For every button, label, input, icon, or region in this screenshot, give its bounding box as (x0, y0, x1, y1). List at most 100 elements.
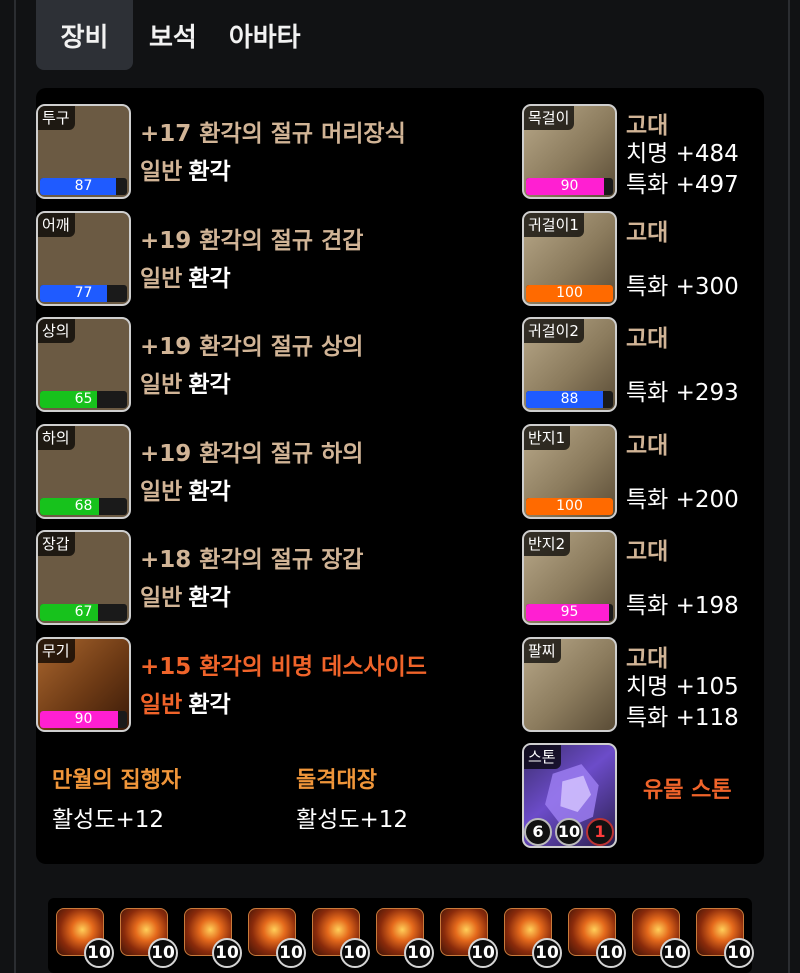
gem-level: 10 (724, 938, 754, 968)
gem-slot[interactable]: 10 (120, 908, 178, 968)
gem-slot[interactable]: 10 (376, 908, 434, 968)
quality-bar: 100 (526, 284, 613, 302)
gem-level: 10 (660, 938, 690, 968)
engraving-value-1: 활성도+12 (52, 807, 165, 833)
accessory-stat: 특화 +200 (626, 486, 739, 513)
accessory-thumbnail[interactable]: 귀걸이2 88 (522, 317, 617, 412)
gem-level: 10 (340, 938, 370, 968)
quality-bar: 90 (40, 710, 127, 728)
gem-slot[interactable]: 10 (312, 908, 370, 968)
tab-bar: 장비 보석 아바타 (36, 0, 317, 70)
equipment-set: 환각 (188, 265, 231, 292)
accessory-slot-label: 귀걸이1 (524, 212, 584, 237)
accessory-slot-label: 팔찌 (524, 638, 561, 663)
gem-level: 10 (404, 938, 434, 968)
equipment-slot-label: 어깨 (38, 212, 75, 237)
gem-level: 10 (596, 938, 626, 968)
gem-slot[interactable]: 10 (632, 908, 690, 968)
equipment-grade: 일반 (140, 585, 183, 611)
equipment-set: 환각 (188, 691, 231, 718)
quality-value: 65 (74, 391, 93, 407)
gem-slot[interactable]: 10 (696, 908, 754, 968)
equipment-grade-set: 일반 환각 (140, 472, 231, 506)
quality-value: 87 (74, 178, 93, 194)
equipment-thumbnail[interactable]: 하의 68 (36, 423, 131, 519)
accessory-stat: 특화 +497 (626, 172, 739, 198)
quality-value: 90 (74, 710, 93, 727)
equipment-grade: 일반 (140, 265, 183, 292)
quality-value: 67 (74, 604, 93, 620)
accessory-slot-label: 반지1 (524, 425, 571, 450)
gem-level: 10 (468, 938, 498, 968)
equipment-slot-label: 무기 (38, 638, 75, 663)
equipment-thumbnail[interactable]: 무기 90 (36, 636, 131, 732)
stone-value-3: 1 (586, 818, 614, 846)
accessory-slot-label: 반지2 (524, 532, 571, 556)
equipment-name: +19 환각의 절규 견갑 (140, 227, 364, 254)
equipment-name: +17 환각의 절규 머리장식 (140, 121, 406, 147)
equipment-thumbnail[interactable]: 장갑 67 (36, 530, 131, 625)
quality-value: 95 (560, 604, 579, 620)
equipment-name: +19 환각의 절규 하의 (140, 440, 364, 467)
quality-bar: 67 (40, 604, 127, 621)
equipment-name: +19 환각의 절규 상의 (140, 334, 364, 360)
quality-bar: 87 (40, 178, 127, 195)
gem-slot[interactable]: 10 (440, 908, 498, 968)
gem-level: 10 (84, 938, 114, 968)
stone-value-1: 6 (524, 818, 552, 846)
gem-slot[interactable]: 10 (504, 908, 562, 968)
accessory-thumbnail[interactable]: 반지1 100 (522, 423, 617, 519)
accessory-stat: 특화 +198 (626, 593, 739, 619)
quality-bar: 65 (40, 391, 127, 408)
gem-slot[interactable]: 10 (568, 908, 626, 968)
gem-slot[interactable]: 10 (56, 908, 114, 968)
accessory-stat: 특화 +118 (626, 704, 739, 731)
quality-bar: 77 (40, 284, 127, 302)
tab-avatar[interactable]: 아바타 (213, 0, 317, 70)
gem-level: 10 (532, 938, 562, 968)
equipment-grade: 일반 (140, 159, 183, 185)
quality-bar: 68 (40, 497, 127, 515)
quality-bar: 95 (526, 604, 613, 621)
equipment-name: +18 환각의 절규 장갑 (140, 547, 364, 573)
accessory-thumbnail[interactable]: 목걸이 90 (522, 104, 617, 199)
accessory-grade: 고대 (626, 432, 669, 459)
accessory-grade: 고대 (626, 539, 669, 565)
gem-level: 10 (148, 938, 178, 968)
equipment-grade-set: 일반 환각 (140, 578, 231, 612)
equipment-slot-label: 상의 (38, 319, 75, 343)
equipment-grade: 일반 (140, 691, 183, 718)
equipment-set: 환각 (188, 159, 231, 185)
quality-bar: 88 (526, 391, 613, 408)
right-frame-line (788, 0, 790, 973)
equipment-set: 환각 (188, 585, 231, 611)
quality-value: 100 (556, 284, 583, 301)
accessory-thumbnail[interactable]: 팔찌 (522, 636, 617, 732)
quality-value: 100 (556, 497, 583, 514)
accessory-stat: 치명 +105 (626, 673, 739, 700)
quality-bar: 100 (526, 497, 613, 515)
tab-gems[interactable]: 보석 (133, 0, 213, 70)
accessory-stat: 치명 +484 (626, 141, 739, 167)
quality-value: 77 (74, 284, 93, 301)
equipment-set: 환각 (188, 478, 231, 505)
equipment-name: +15 환각의 비명 데스사이드 (140, 653, 427, 680)
gem-level: 10 (276, 938, 306, 968)
equipment-slot-label: 투구 (38, 106, 75, 130)
engraving-value-2: 활성도+12 (296, 807, 409, 833)
tab-equipment[interactable]: 장비 (36, 0, 133, 70)
equipment-grade-set: 일반 환각 (140, 259, 231, 293)
equipment-grade-set: 일반 환각 (140, 365, 231, 399)
equipment-thumbnail[interactable]: 어깨 77 (36, 210, 131, 306)
gem-slot[interactable]: 10 (248, 908, 306, 968)
accessory-slot-label: 귀걸이2 (524, 319, 584, 343)
equipment-thumbnail[interactable]: 투구 87 (36, 104, 131, 199)
stone-grade-label: 유물 스톤 (643, 778, 732, 803)
engraving-name-2: 돌격대장 (296, 768, 377, 793)
equipment-thumbnail[interactable]: 상의 65 (36, 317, 131, 412)
accessory-stat: 특화 +293 (626, 380, 739, 406)
accessory-thumbnail[interactable]: 반지2 95 (522, 530, 617, 625)
accessory-thumbnail[interactable]: 귀걸이1 100 (522, 210, 617, 306)
gem-slot[interactable]: 10 (184, 908, 242, 968)
equipment-grade: 일반 (140, 478, 183, 505)
